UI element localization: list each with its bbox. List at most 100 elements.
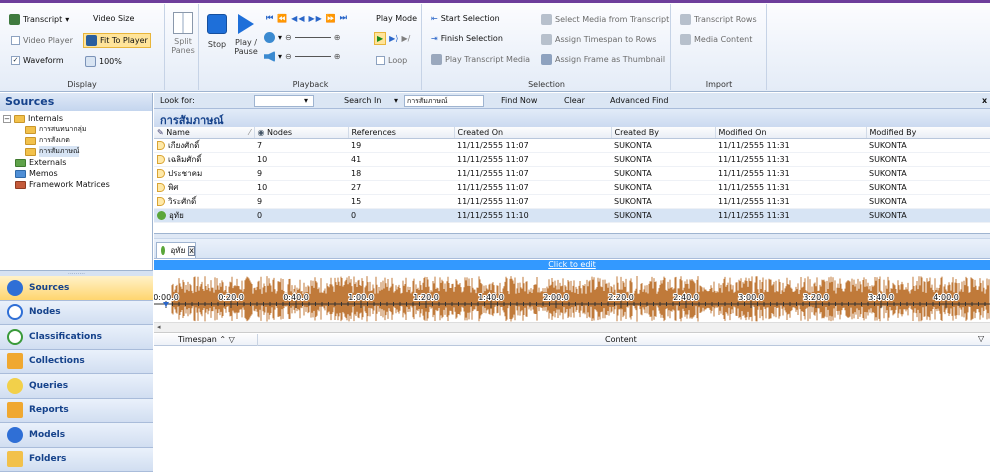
zoom-in-icon[interactable]: ⊕ [334,33,341,42]
timespan-column-header[interactable]: Timespan ⌃ ▽ [178,335,235,344]
assign-frame-button[interactable]: Assign Frame as Thumbnail [541,54,665,65]
list-header: ✎ Name ⁄ ◉ Nodes References Created On C… [154,127,990,138]
zoom-icon [85,56,96,67]
skip-forward-icon[interactable]: ⏭ [340,13,348,23]
slider-track[interactable] [295,37,331,38]
table-row[interactable]: พิศ 10 27 11/11/2555 11:07 SUKONTA 11/11… [154,180,990,194]
play-transcript-media-button[interactable]: Play Transcript Media [431,54,530,65]
nav-models[interactable]: Models [0,423,153,448]
zoom-button[interactable]: 100% [85,56,122,67]
col-header-created-by[interactable]: Created By [611,127,715,138]
volume-up-icon[interactable]: ⊕ [334,52,341,61]
table-row[interactable]: ประชาคม 9 18 11/11/2555 11:07 SUKONTA 11… [154,166,990,180]
speed-slider[interactable]: ▾ ⊖ ⊕ [264,32,340,43]
reports-icon [7,402,23,418]
split-panes-button[interactable]: Split Panes [169,12,197,55]
search-in-button[interactable]: Search In [344,96,381,105]
media-content-icon [680,34,691,45]
look-for-dropdown-icon[interactable]: ▾ [304,96,308,105]
step-back-icon[interactable]: ◀◀ [291,14,305,23]
advanced-find-button[interactable]: Advanced Find [610,96,668,105]
collapse-icon[interactable]: − [3,115,11,123]
fit-to-player-button[interactable]: Fit To Player [83,33,151,48]
chevron-down-icon: ▾ [65,15,69,24]
col-header-modified-by[interactable]: Modified By [866,127,990,138]
nav-collections[interactable]: Collections [0,350,153,375]
zoom-out-icon[interactable]: ⊖ [285,33,292,42]
rewind-icon[interactable]: ⏪ [277,14,288,23]
play-synchro-icon[interactable]: ▶⟩ [389,34,398,43]
scroll-left-icon[interactable]: ◂ [157,323,161,331]
split-panes-icon [173,12,193,34]
col-header-created-on[interactable]: Created On [454,127,611,138]
import-media-content-button[interactable]: Media Content [680,34,752,45]
nav-nodes[interactable]: Nodes [0,301,153,326]
time-tick-label: 0:00.0 [154,293,179,302]
start-selection-button[interactable]: ⇤ Start Selection [431,14,500,23]
volume-track[interactable] [295,56,331,57]
assign-timespan-button[interactable]: Assign Timespan to Rows [541,34,656,45]
waveform-checkbox[interactable]: ✓ Waveform [11,56,64,65]
tree-item-externals[interactable]: Externals [3,157,149,168]
tree-item-observation[interactable]: การสังเกต [3,135,149,146]
tree-item-interview[interactable]: การสัมภาษณ์ [3,146,149,157]
document-icon [157,141,165,150]
filter-icon[interactable]: ▽ [978,334,984,343]
skip-back-icon[interactable]: ⏮ [266,13,274,23]
nav-reports[interactable]: Reports [0,399,153,424]
clear-button[interactable]: Clear [564,96,585,105]
play-skip-icon[interactable]: ▶/ [401,34,410,43]
transport-buttons[interactable]: ⏮ ⏪ ◀◀ ▶▶ ⏩ ⏭ [266,13,348,23]
play-normal-icon[interactable]: ▶ [374,32,386,45]
select-media-button[interactable]: Select Media from Transcript [541,14,669,25]
video-player-checkbox[interactable]: Video Player [11,36,73,45]
transcript-dropdown[interactable]: Transcript ▾ [9,14,69,25]
table-row[interactable]: เฉลิมศักดิ์ 10 41 11/11/2555 11:07 SUKON… [154,152,990,166]
tree-item-memos[interactable]: Memos [3,168,149,179]
step-forward-icon[interactable]: ▶▶ [308,14,322,23]
stop-button[interactable]: Stop [204,14,230,49]
tree-item-focus-group[interactable]: การสนทนากลุ่ม [3,124,149,135]
nav-folders[interactable]: Folders [0,448,153,472]
video-size-button[interactable]: Video Size [93,14,134,23]
col-header-nodes[interactable]: ◉ Nodes [254,127,348,138]
close-icon[interactable]: x [188,246,195,256]
transcript-icon [9,14,20,25]
volume-down-icon[interactable]: ⊖ [285,52,292,61]
time-tick-label: 2:00.0 [543,293,569,302]
play-pause-button[interactable]: Play / Pause [231,14,261,56]
checkbox-icon [11,36,20,45]
tab-utai[interactable]: อุทัย x [156,242,196,258]
col-header-modified-on[interactable]: Modified On [715,127,866,138]
import-transcript-rows-button[interactable]: Transcript Rows [680,14,757,25]
table-row-selected[interactable]: อุทัย 0 0 11/11/2555 11:10 SUKONTA 11/11… [154,208,990,222]
find-now-button[interactable]: Find Now [501,96,537,105]
nav-sources[interactable]: Sources [0,276,153,301]
tree-item-framework-matrices[interactable]: Framework Matrices [3,179,149,190]
nav-queries[interactable]: Queries [0,374,153,399]
play-mode-label: Play Mode [376,14,417,23]
fast-forward-icon[interactable]: ⏩ [326,14,337,23]
document-icon [157,169,165,178]
click-to-edit-bar[interactable]: Click to edit [154,260,990,270]
tree-item-internals[interactable]: − Internals [3,113,149,124]
play-mode-buttons[interactable]: ▶ ▶⟩ ▶/ [374,32,410,45]
content-column-header[interactable]: Content [605,335,637,344]
close-find-icon[interactable]: x [982,96,987,105]
finish-selection-button[interactable]: ⇥ Finish Selection [431,34,503,43]
waveform[interactable]: 0:00.00:20.00:40.01:00.01:20.01:40.02:00… [154,270,990,322]
search-in-value[interactable]: การสัมภาษณ์ [404,95,484,107]
search-in-dropdown-icon[interactable]: ▾ [394,96,398,105]
nav-classifications[interactable]: Classifications [0,325,153,350]
look-for-label: Look for: [160,96,195,105]
playback-group: Stop Play / Pause ⏮ ⏪ ◀◀ ▶▶ ⏩ ⏭ ▾ ⊖ ⊕ ▾ … [200,4,422,90]
volume-slider[interactable]: ▾ ⊖ ⊕ [264,51,340,62]
loop-checkbox[interactable]: Loop [376,56,407,65]
horizontal-scrollbar[interactable]: ◂ [154,322,990,333]
stop-icon [207,14,227,34]
time-tick-label: 0:40.0 [283,293,309,302]
col-header-references[interactable]: References [348,127,454,138]
import-group: Transcript Rows Media Content Import [672,4,767,90]
table-row[interactable]: วิระศักดิ์ 9 15 11/11/2555 11:07 SUKONTA… [154,194,990,208]
table-row[interactable]: เกียงศักดิ์ 7 19 11/11/2555 11:07 SUKONT… [154,138,990,152]
